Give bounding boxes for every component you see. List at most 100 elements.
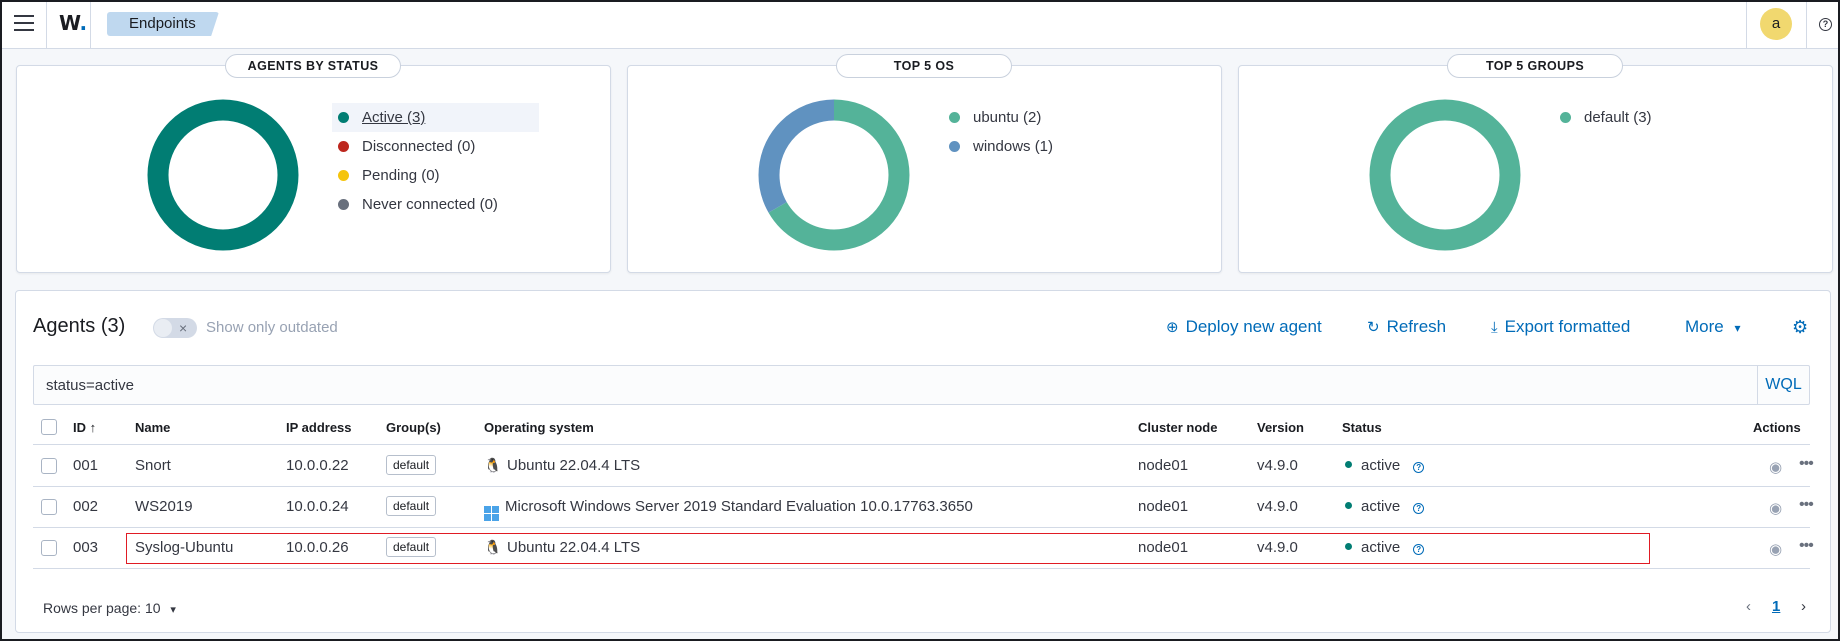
legend-swatch: [338, 170, 349, 181]
page-1-link[interactable]: 1: [1772, 598, 1780, 615]
linux-icon: 🐧: [484, 539, 502, 555]
agent-ip: 10.0.0.26: [286, 539, 349, 556]
rows-per-page-select[interactable]: Rows per page: 10 ▾: [43, 600, 176, 616]
column-groups[interactable]: Group(s): [386, 420, 441, 435]
agent-id: 003: [73, 539, 99, 556]
legend-item-default[interactable]: default (3): [1554, 103, 1704, 132]
agents-by-status-panel: AGENTS BY STATUS Active (3) Disconnected…: [16, 54, 611, 273]
legend-item-ubuntu[interactable]: ubuntu (2): [943, 103, 1093, 132]
table-row[interactable]: 002 WS2019 10.0.0.24 default Microsoft W…: [33, 487, 1814, 528]
agents-table-panel: Agents (3) × Show only outdated ⊕ Deploy …: [15, 290, 1831, 633]
view-eye-icon[interactable]: ◉: [1769, 540, 1782, 558]
row-checkbox[interactable]: [41, 458, 57, 474]
row-checkbox[interactable]: [41, 499, 57, 515]
search-input[interactable]: [34, 366, 1742, 404]
table-header: ID ↑ Name IP address Group(s) Operating …: [33, 409, 1810, 445]
table-row[interactable]: 003 Syslog-Ubuntu 10.0.0.26 default 🐧 Ubu…: [33, 528, 1814, 569]
legend-swatch: [338, 141, 349, 152]
settings-gear-icon[interactable]: ⚙: [1792, 317, 1808, 338]
prev-page-chevron-left-icon[interactable]: ‹: [1746, 598, 1751, 615]
legend-item-never-connected[interactable]: Never connected (0): [332, 190, 539, 219]
linux-icon: 🐧: [484, 457, 502, 473]
select-all-checkbox[interactable]: [41, 419, 57, 435]
refresh-icon: ↻: [1367, 319, 1380, 336]
deploy-new-agent-button[interactable]: ⊕ Deploy new agent: [1166, 317, 1322, 337]
group-badge[interactable]: default: [386, 496, 437, 516]
agent-status: active: [1361, 498, 1401, 515]
os-donut-chart: [758, 99, 910, 251]
row-checkbox[interactable]: [41, 540, 57, 556]
close-icon: ×: [179, 320, 188, 336]
agent-os: Ubuntu 22.04.4 LTS: [507, 457, 641, 474]
agent-node: node01: [1138, 457, 1189, 474]
agent-id: 002: [73, 498, 99, 515]
column-cluster-node[interactable]: Cluster node: [1138, 420, 1217, 435]
legend-item-pending[interactable]: Pending (0): [332, 161, 539, 190]
column-id[interactable]: ID ↑: [73, 420, 96, 435]
panel-title: TOP 5 GROUPS: [1447, 54, 1623, 78]
legend-item-active[interactable]: Active (3): [332, 103, 539, 132]
status-help-icon[interactable]: ?: [1413, 503, 1425, 514]
group-badge[interactable]: default: [386, 537, 437, 557]
status-legend: Active (3) Disconnected (0) Pending (0) …: [332, 103, 539, 219]
panel-title: TOP 5 OS: [836, 54, 1012, 78]
agent-ip: 10.0.0.24: [286, 498, 349, 515]
legend-swatch: [338, 199, 349, 210]
status-donut-chart: [147, 99, 299, 251]
help-icon[interactable]: ?: [1819, 18, 1832, 31]
group-badge[interactable]: default: [386, 455, 437, 475]
breadcrumb-endpoints[interactable]: Endpoints: [107, 12, 219, 36]
windows-icon: [484, 506, 499, 521]
column-os[interactable]: Operating system: [484, 420, 594, 435]
donut-slice-default[interactable]: [1369, 99, 1521, 251]
user-avatar[interactable]: a: [1760, 8, 1792, 40]
top-groups-panel: TOP 5 GROUPS default (3): [1238, 54, 1833, 273]
show-outdated-toggle[interactable]: ×: [153, 318, 197, 338]
agent-status: active: [1361, 457, 1401, 474]
agent-id: 001: [73, 457, 99, 474]
status-dot: [1345, 502, 1352, 509]
divider: [1746, 2, 1747, 48]
refresh-button[interactable]: ↻ Refresh: [1367, 317, 1446, 337]
wql-button[interactable]: WQL: [1757, 366, 1809, 404]
top-bar: W. Endpoints a ?: [2, 2, 1838, 49]
more-button[interactable]: More ▾: [1685, 317, 1741, 337]
legend-swatch: [338, 112, 349, 123]
column-ip[interactable]: IP address: [286, 420, 352, 435]
table-row[interactable]: 001 Snort 10.0.0.22 default 🐧 Ubuntu 22.0…: [33, 446, 1814, 487]
column-status[interactable]: Status: [1342, 420, 1382, 435]
legend-item-disconnected[interactable]: Disconnected (0): [332, 132, 539, 161]
legend-item-windows[interactable]: windows (1): [943, 132, 1093, 161]
column-name[interactable]: Name: [135, 420, 170, 435]
groups-legend: default (3): [1554, 103, 1704, 132]
agent-node: node01: [1138, 498, 1189, 515]
search-bar: WQL: [33, 365, 1810, 405]
export-formatted-button[interactable]: ⤓ Export formatted: [1491, 317, 1630, 337]
agent-name[interactable]: Syslog-Ubuntu: [135, 539, 233, 556]
legend-swatch: [949, 112, 960, 123]
agent-version: v4.9.0: [1257, 539, 1298, 556]
more-actions-icon[interactable]: •••: [1799, 455, 1814, 473]
donut-slice-active[interactable]: [147, 99, 299, 251]
column-version[interactable]: Version: [1257, 420, 1304, 435]
view-eye-icon[interactable]: ◉: [1769, 499, 1782, 517]
top-os-panel: TOP 5 OS ubuntu (2) windows (1): [627, 54, 1222, 273]
agent-name[interactable]: Snort: [135, 457, 171, 474]
legend-swatch: [949, 141, 960, 152]
view-eye-icon[interactable]: ◉: [1769, 458, 1782, 476]
more-actions-icon[interactable]: •••: [1799, 496, 1814, 514]
panel-title: AGENTS BY STATUS: [225, 54, 401, 78]
menu-icon[interactable]: [14, 15, 34, 33]
status-help-icon[interactable]: ?: [1413, 462, 1425, 473]
groups-donut-chart: [1369, 99, 1521, 251]
agent-version: v4.9.0: [1257, 498, 1298, 515]
next-page-chevron-right-icon[interactable]: ›: [1801, 598, 1806, 615]
agent-name[interactable]: WS2019: [135, 498, 193, 515]
more-actions-icon[interactable]: •••: [1799, 537, 1814, 555]
divider: [90, 2, 91, 48]
app-logo[interactable]: W.: [59, 11, 87, 35]
agent-ip: 10.0.0.22: [286, 457, 349, 474]
agent-node: node01: [1138, 539, 1189, 556]
status-dot: [1345, 543, 1352, 550]
status-help-icon[interactable]: ?: [1413, 544, 1425, 555]
